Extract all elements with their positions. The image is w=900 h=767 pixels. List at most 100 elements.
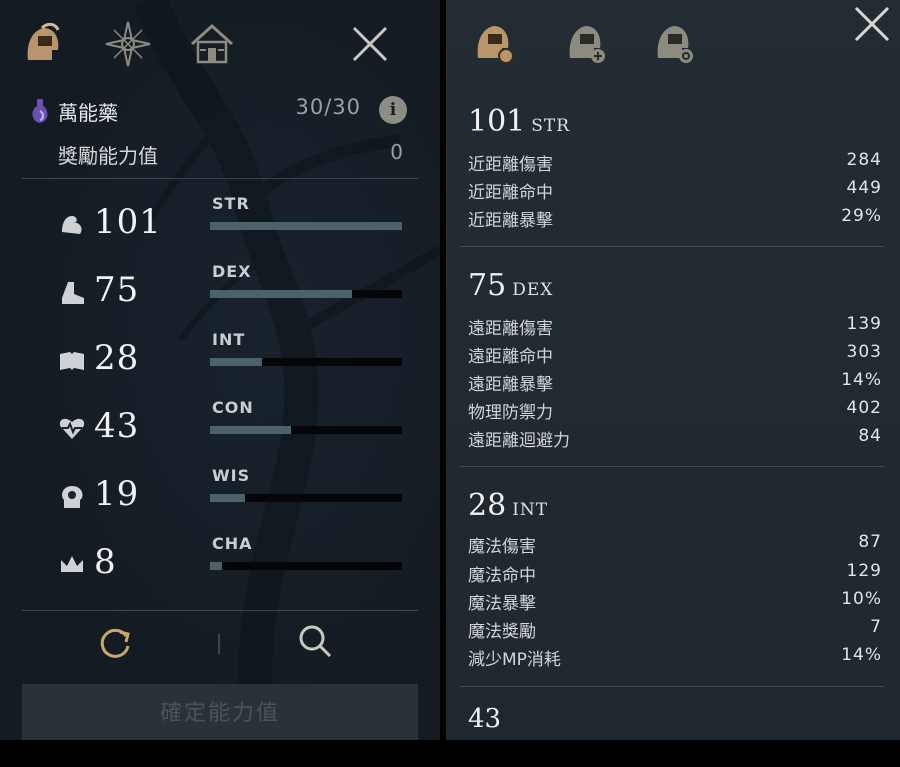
- heart-icon: [58, 414, 86, 442]
- stat-row-int[interactable]: 28 INT: [58, 330, 408, 386]
- search-button[interactable]: [296, 622, 334, 660]
- bonus-points-row: 獎勵能力值 0: [58, 140, 403, 168]
- bonus-points-label: 獎勵能力值: [58, 144, 158, 168]
- stat-detail-row: 魔法命中 129: [468, 561, 882, 587]
- action-separator: [218, 634, 220, 654]
- stat-detail-row: 魔法傷害 87: [468, 532, 882, 558]
- stat-abbr: CON: [212, 398, 254, 417]
- stats-gear-tab[interactable]: [470, 18, 518, 66]
- row-value: 7: [870, 617, 882, 637]
- book-icon: [58, 346, 86, 374]
- row-value: 303: [846, 342, 882, 362]
- house-icon: [190, 23, 234, 64]
- section-title-dex: 75 DEX: [468, 268, 553, 303]
- row-label: 近距離暴擊: [468, 211, 553, 231]
- row-value: 87: [858, 532, 882, 552]
- close-icon: [352, 26, 388, 62]
- reset-icon: [100, 628, 130, 658]
- section-value: 28: [468, 488, 507, 523]
- house-tab[interactable]: [188, 20, 236, 68]
- elixir-name: 萬能藥: [58, 101, 118, 125]
- crown-icon: [58, 550, 86, 578]
- divider: [22, 610, 418, 611]
- stat-detail-row: 遠距離迴避力 84: [468, 426, 882, 452]
- stat-row-str[interactable]: 101 STR: [58, 194, 408, 250]
- row-label: 遠距離暴擊: [468, 375, 553, 395]
- info-button[interactable]: i: [379, 96, 407, 124]
- close-icon: [854, 6, 890, 42]
- stats-target-tab[interactable]: [650, 18, 698, 66]
- stat-row-dex[interactable]: 75 DEX: [58, 262, 408, 318]
- row-label: 近距離命中: [468, 183, 553, 203]
- stat-bar: [210, 562, 402, 570]
- row-label: 魔法暴擊: [468, 594, 536, 614]
- stat-abbr: STR: [212, 194, 250, 213]
- helmet-gear-icon: [477, 26, 514, 64]
- character-tab[interactable]: [18, 20, 66, 68]
- stat-detail-row: 近距離傷害 284: [468, 150, 882, 176]
- section-value: 101: [468, 104, 526, 139]
- section-abbr: DEX: [512, 280, 554, 300]
- reset-button[interactable]: [96, 626, 134, 664]
- row-label: 物理防禦力: [468, 403, 553, 423]
- stat-row-con[interactable]: 43 CON: [58, 398, 408, 454]
- stat-abbr: DEX: [212, 262, 252, 281]
- row-label: 減少MP消耗: [468, 650, 561, 670]
- elixir-row: 萬能藥 30/30 i: [28, 93, 413, 129]
- divider: [460, 466, 884, 467]
- screen-bottom-edge: [0, 740, 900, 767]
- row-value: 14%: [841, 645, 882, 665]
- potion-icon: [32, 99, 48, 123]
- stat-detail-row: 魔法獎勵 7: [468, 617, 882, 643]
- divider: [460, 686, 884, 687]
- stat-detail-row: 遠距離暴擊 14%: [468, 370, 882, 396]
- stat-value: 75: [94, 270, 140, 310]
- stat-abbr: INT: [212, 330, 246, 349]
- divider: [22, 178, 418, 179]
- confirm-stats-button[interactable]: 確定能力值: [22, 684, 418, 740]
- stat-detail-row: 近距離暴擊 29%: [468, 206, 882, 232]
- row-value: 14%: [841, 370, 882, 390]
- next-section-value: 43: [468, 704, 502, 734]
- boot-icon: [58, 278, 86, 306]
- row-value: 284: [846, 150, 882, 170]
- row-label: 魔法傷害: [468, 537, 536, 557]
- row-value: 29%: [841, 206, 882, 226]
- divider: [460, 246, 884, 247]
- row-label: 遠距離傷害: [468, 319, 553, 339]
- stat-bar-fill: [210, 426, 291, 434]
- stat-value: 8: [94, 542, 117, 582]
- stats-plus-tab[interactable]: [562, 18, 610, 66]
- stat-detail-row: 遠距離傷害 139: [468, 314, 882, 340]
- stat-value: 43: [94, 406, 140, 446]
- stat-bar-fill: [210, 290, 353, 298]
- stat-bar: [210, 222, 402, 230]
- stat-details-panel: 101 STR 近距離傷害 284 近距離命中 449 近距離暴擊 29% 75 DEX …: [446, 0, 900, 740]
- close-button[interactable]: [852, 4, 892, 44]
- stat-abbr: WIS: [212, 466, 251, 485]
- close-button[interactable]: [350, 24, 390, 64]
- stat-value: 19: [94, 474, 140, 514]
- section-abbr: INT: [512, 500, 549, 520]
- stat-detail-row: 物理防禦力 402: [468, 398, 882, 424]
- stat-bar-fill: [210, 222, 402, 230]
- row-value: 139: [846, 314, 882, 334]
- stat-bar: [210, 426, 402, 434]
- row-label: 魔法命中: [468, 566, 536, 586]
- stat-detail-row: 減少MP消耗 14%: [468, 645, 882, 671]
- row-value: 129: [846, 561, 882, 581]
- stat-bar-fill: [210, 358, 262, 366]
- row-label: 近距離傷害: [468, 155, 553, 175]
- stat-bar-fill: [210, 562, 222, 570]
- constellation-tab[interactable]: [104, 20, 152, 68]
- stat-bar: [210, 290, 402, 298]
- stat-row-wis[interactable]: 19 WIS: [58, 466, 408, 522]
- stat-value: 101: [94, 202, 162, 242]
- stat-detail-row: 近距離命中 449: [468, 178, 882, 204]
- row-value: 402: [846, 398, 882, 418]
- stat-row-cha[interactable]: 8 CHA: [58, 534, 408, 590]
- section-title-int: 28 INT: [468, 488, 548, 523]
- stat-bar-fill: [210, 494, 245, 502]
- head-icon: [58, 482, 86, 510]
- stat-detail-row: 遠距離命中 303: [468, 342, 882, 368]
